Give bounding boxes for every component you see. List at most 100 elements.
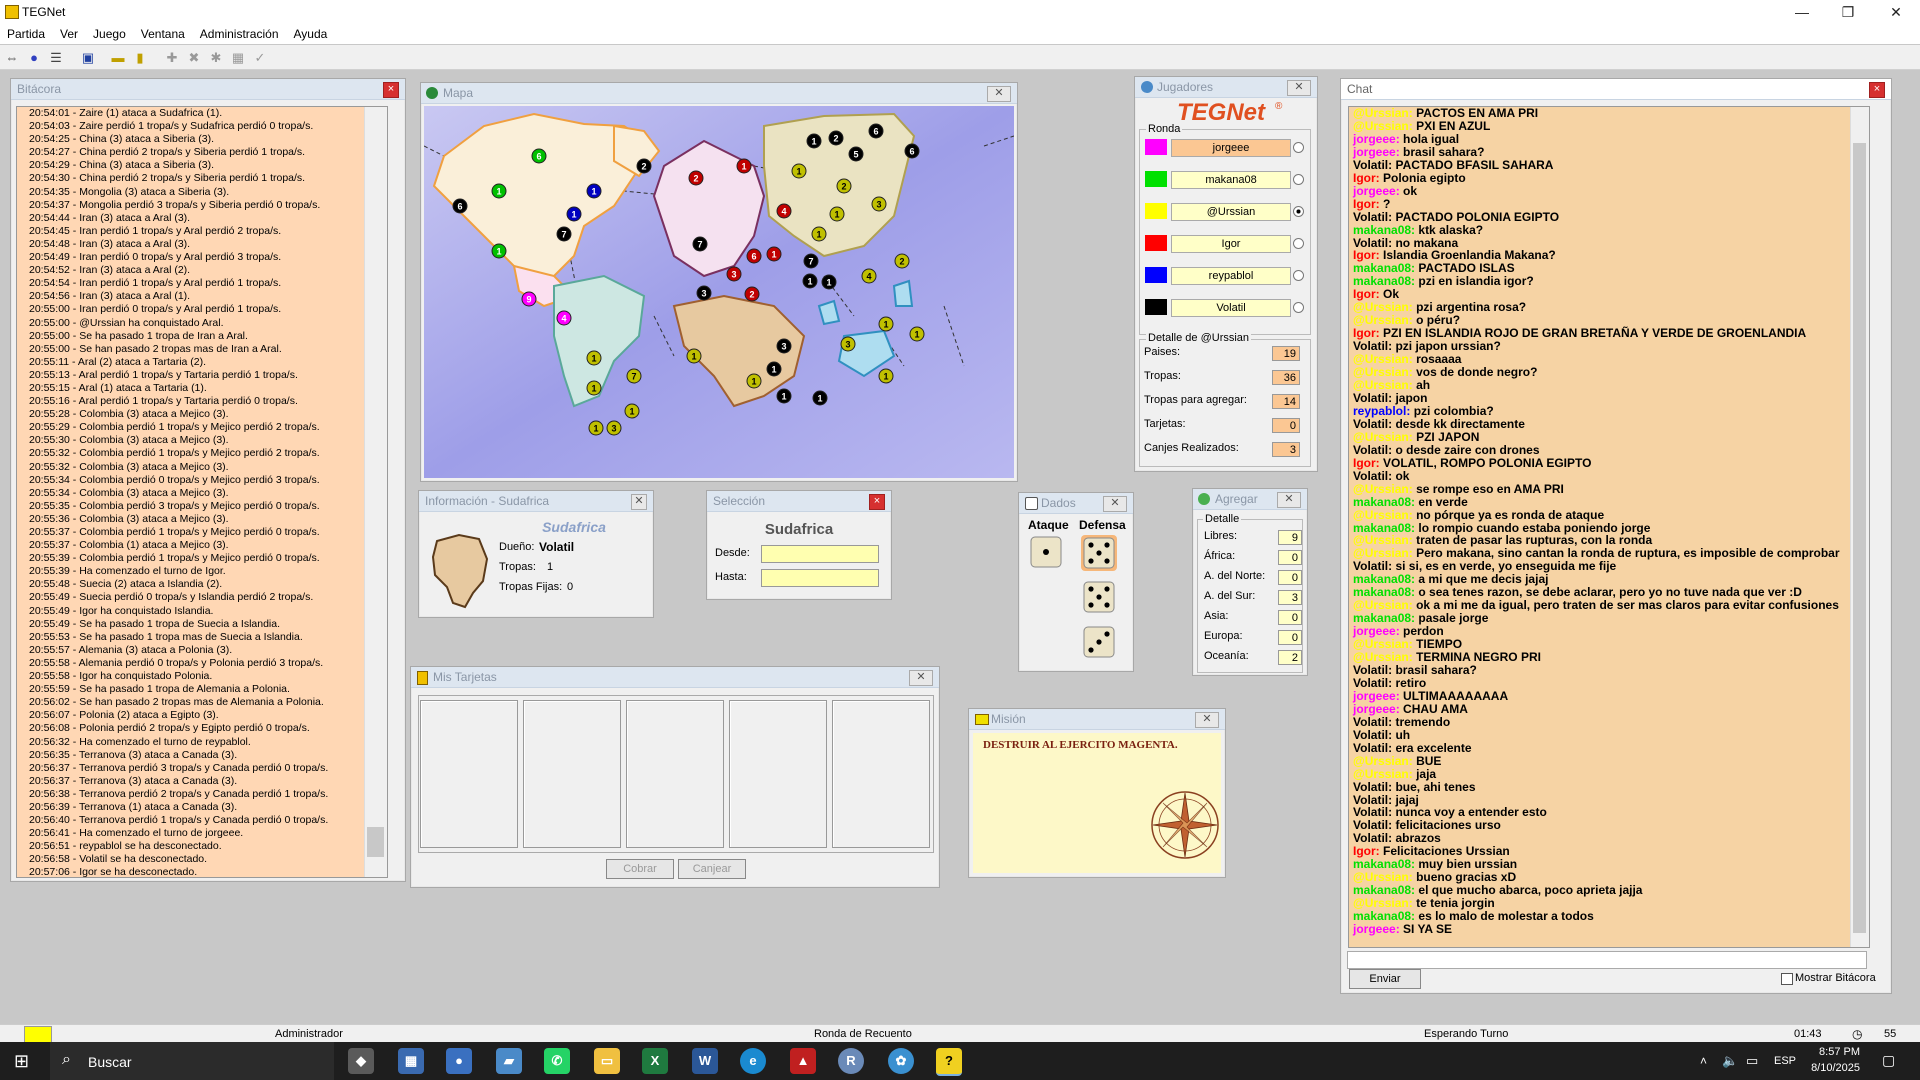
whatsapp-icon[interactable]: ✆ [544,1048,570,1074]
log-scroll-thumb[interactable] [367,827,384,857]
chat-author: @Urssian [1353,106,1409,120]
to-field[interactable] [761,569,879,587]
chat-author: Volatil [1353,662,1389,677]
tegnet-taskbar-icon[interactable]: ? [936,1048,962,1076]
r-icon[interactable]: R [838,1048,864,1074]
close-map-button[interactable]: ✕ [987,86,1011,102]
detail-value: 36 [1272,370,1300,385]
restore-button[interactable]: ❐ [1826,2,1870,22]
chat-author: @Urssian [1353,533,1409,548]
card-slot[interactable] [523,700,621,848]
taskbar-search[interactable]: ⌕ Buscar [50,1042,334,1080]
menu-administracion[interactable]: Administración [193,24,287,41]
player-row[interactable]: @Urssian [1145,202,1304,221]
taskbar-date[interactable]: 8/10/2025 [1800,1062,1860,1074]
pdf-icon[interactable]: ▲ [790,1048,816,1074]
chat-input[interactable] [1347,951,1867,969]
log-scrollbar[interactable] [364,107,387,877]
globe-icon[interactable]: ● [24,48,44,68]
show-log-checkbox[interactable] [1781,973,1793,985]
minimize-button[interactable]: — [1780,2,1824,22]
close-cards-button[interactable]: ✕ [909,670,933,686]
save-icon[interactable]: ▣ [78,48,98,68]
close-chat-button[interactable]: × [1869,82,1885,98]
player-row[interactable]: makana08 [1145,170,1304,189]
connect-icon[interactable]: ⇔ [2,48,22,68]
close-players-button[interactable]: ✕ [1287,80,1311,96]
folder-icon[interactable]: ▭ [594,1048,620,1074]
menu-juego[interactable]: Juego [86,24,134,41]
windows-start-icon[interactable]: ⊞ [14,1052,29,1070]
from-field[interactable] [761,545,879,563]
player-turn-radio[interactable] [1293,174,1304,185]
chat-text: lo rompio cuando estaba poniendo jorge [1418,520,1651,535]
collect-button[interactable]: Cobrar [606,859,674,879]
close-mission-button[interactable]: ✕ [1195,712,1219,728]
player-turn-radio[interactable] [1293,142,1304,153]
language-indicator[interactable]: ESP [1774,1055,1796,1067]
mission-text: DESTRUIR AL EJERCITO MAGENTA. [983,739,1178,751]
card-slot[interactable] [729,700,827,848]
taskbar-time[interactable]: 8:57 PM [1808,1046,1860,1058]
app-icon[interactable]: ✿ [888,1048,914,1074]
exchange-button[interactable]: Canjear [678,859,746,879]
mission-icon[interactable]: ▮ [130,48,150,68]
tray-chevron-icon[interactable]: ˄ [1700,1054,1707,1068]
army-count: 2 [693,174,698,184]
chat-author: @Urssian [1353,896,1409,911]
close-window-button[interactable]: ✕ [1874,2,1918,22]
world-map[interactable]: 661 111794211711 32147336 121 25661231171 142… [424,106,1014,478]
player-turn-radio[interactable] [1293,238,1304,249]
excel-icon[interactable]: X [642,1048,668,1074]
mail-icon[interactable]: ● [446,1048,472,1074]
menu-ver[interactable]: Ver [53,24,86,41]
close-selection-button[interactable]: × [869,494,885,510]
end-turn-icon[interactable]: ✓ [250,48,270,68]
chat-text: a mi que me decis jajaj [1418,572,1549,587]
card-icon[interactable]: ▬ [108,48,128,68]
chat-text: vos de donde negro? [1416,365,1538,380]
player-row[interactable]: Volatil [1145,298,1304,317]
card-slot[interactable] [420,700,518,848]
log-line: 20:54:29 - China (3) ataca a Siberia (3)… [29,159,215,172]
chat-scrollbar[interactable] [1850,107,1869,947]
attack-icon[interactable]: ✖ [184,48,204,68]
word-icon[interactable]: W [692,1048,718,1074]
volume-icon[interactable]: 🔈 [1722,1053,1738,1069]
menu-ayuda[interactable]: Ayuda [287,24,336,41]
player-row[interactable]: Igor [1145,234,1304,253]
send-button[interactable]: Enviar [1349,969,1421,989]
status-bar: Administrador Ronda de Recuento Esperand… [0,1024,1920,1043]
regroup-icon[interactable]: ✱ [206,48,226,68]
borneo[interactable] [892,279,914,307]
player-row[interactable]: reypablol [1145,266,1304,285]
army-count: 3 [781,342,786,352]
close-dice-button[interactable]: ✕ [1103,496,1127,512]
calculator-icon[interactable]: ▦ [398,1048,424,1074]
close-info-button[interactable]: ✕ [631,494,647,510]
chat-author: makana08 [1353,520,1412,535]
player-turn-radio[interactable] [1293,206,1304,217]
player-turn-radio[interactable] [1293,302,1304,313]
edge-icon[interactable]: e [740,1048,766,1074]
notifications-icon[interactable]: ▢ [1882,1052,1895,1069]
menu-ventana[interactable]: Ventana [134,24,193,41]
menu-partida[interactable]: Partida [0,24,53,41]
chat-scroll-thumb[interactable] [1853,143,1866,933]
get-card-icon[interactable]: ▦ [228,48,248,68]
network-icon[interactable]: ▭ [1746,1053,1758,1069]
player-row[interactable]: jorgeee [1145,138,1304,157]
player-turn-radio[interactable] [1293,270,1304,281]
chat-text: perdon [1403,624,1444,639]
game-icon[interactable]: ◆ [348,1048,374,1074]
player-name: makana08 [1171,171,1291,189]
close-add-button[interactable]: ✕ [1277,492,1301,508]
log-line: 20:54:25 - China (3) ataca a Siberia (3)… [29,133,215,146]
notes-icon[interactable]: ▰ [496,1048,522,1074]
close-log-button[interactable]: × [383,82,399,98]
card-slot[interactable] [626,700,724,848]
card-slot[interactable] [832,700,930,848]
log-line: 20:55:00 - Se ha pasado 1 tropa de Iran … [29,329,248,342]
list-icon[interactable]: ☰ [46,48,66,68]
add-troops-icon[interactable]: ✚ [162,48,182,68]
